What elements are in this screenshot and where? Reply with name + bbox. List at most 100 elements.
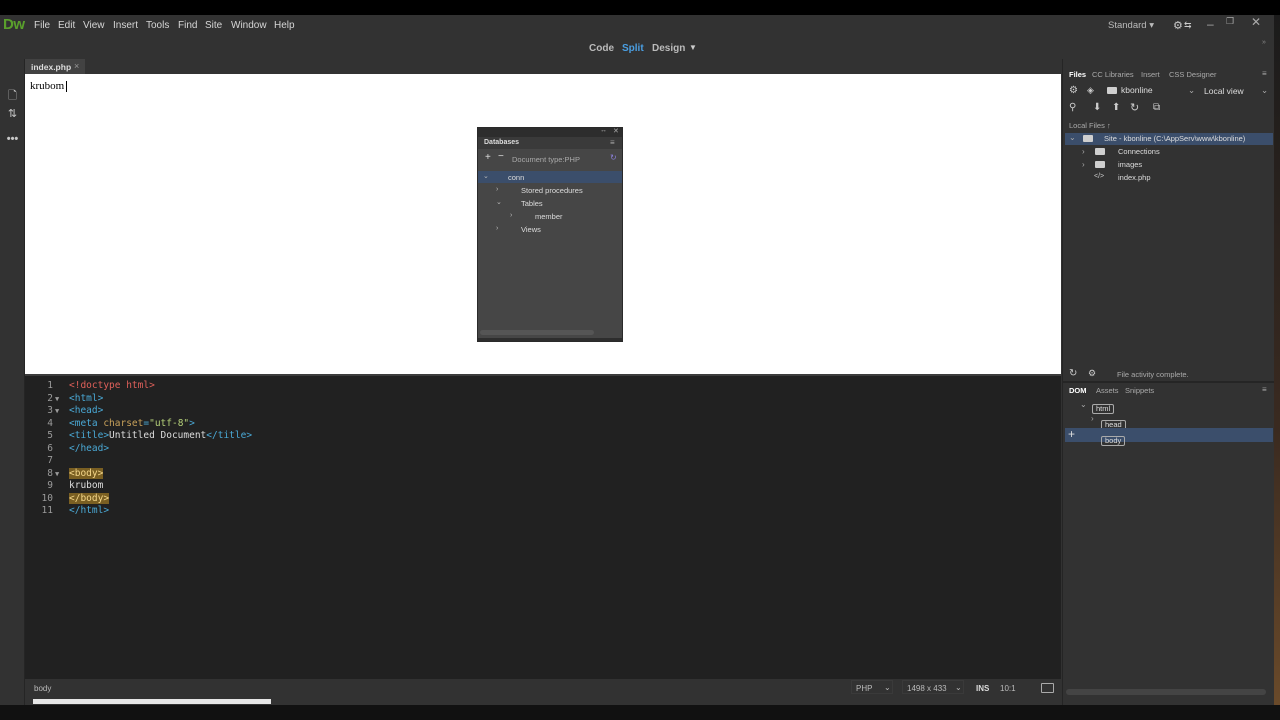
- menu-file[interactable]: File: [34, 20, 50, 31]
- panel-titlebar[interactable]: ↔ ✕: [478, 127, 622, 137]
- expand-panel-icon[interactable]: ⧉: [1153, 102, 1160, 113]
- menu-tools[interactable]: Tools: [146, 20, 169, 31]
- language-select[interactable]: PHP ⌄: [851, 680, 893, 694]
- refresh-icon[interactable]: ↻: [610, 153, 617, 162]
- chevron-right-icon[interactable]: ›: [1082, 147, 1085, 156]
- chevron-right-icon[interactable]: ›: [1082, 160, 1085, 169]
- restore-icon[interactable]: ❐: [1226, 16, 1234, 27]
- sync-settings-icon[interactable]: ⇆: [1184, 20, 1192, 31]
- file-tree-row-site[interactable]: ⌄ Site - kbonline (C:\AppServ\www\kbonli…: [1065, 133, 1273, 145]
- sort-icon[interactable]: ⇅: [5, 107, 20, 120]
- code-line[interactable]: </body>: [69, 493, 110, 504]
- tab-cc-libraries[interactable]: CC Libraries: [1092, 70, 1134, 79]
- file-tree-row-connections[interactable]: › Connections: [1065, 146, 1273, 158]
- code-token: </title>: [206, 430, 253, 441]
- collapse-panels-icon[interactable]: »: [1262, 39, 1266, 46]
- code-line[interactable]: <!doctype html>: [69, 380, 155, 391]
- chevron-down-icon[interactable]: ⌄: [1069, 133, 1076, 142]
- add-icon[interactable]: +: [485, 152, 491, 163]
- menu-site[interactable]: Site: [205, 20, 222, 31]
- chevron-right-icon[interactable]: ›: [496, 186, 498, 193]
- gear-icon[interactable]: ⚙: [1173, 19, 1183, 32]
- dom-node-label: body: [1101, 436, 1126, 446]
- chevron-right-icon[interactable]: ›: [496, 225, 498, 232]
- code-line[interactable]: <title>Untitled Document</title>: [69, 430, 252, 441]
- refresh-icon[interactable]: ↻: [1130, 101, 1139, 114]
- horizontal-scrollbar[interactable]: [1066, 689, 1266, 695]
- dom-node-body[interactable]: body: [1101, 430, 1126, 448]
- tag-selector[interactable]: body: [34, 684, 51, 693]
- db-row-tables[interactable]: ⌄ Tables: [478, 197, 622, 209]
- tab-index-php[interactable]: index.php ×: [25, 59, 85, 74]
- panel-menu-icon[interactable]: ≡: [1262, 69, 1267, 78]
- chevron-right-icon[interactable]: ›: [1091, 414, 1094, 423]
- site-icon[interactable]: ◈: [1087, 85, 1094, 96]
- connect-icon[interactable]: ⚲: [1069, 102, 1076, 113]
- db-row-stored-procedures[interactable]: › Stored procedures: [478, 184, 622, 196]
- code-view-button[interactable]: Code: [589, 43, 614, 54]
- code-line[interactable]: krubom: [69, 480, 103, 491]
- chevron-down-icon[interactable]: ⌄: [483, 172, 489, 180]
- horizontal-scrollbar[interactable]: [480, 330, 594, 335]
- db-row-views[interactable]: › Views: [478, 223, 622, 235]
- chevron-down-icon[interactable]: ⌄: [1080, 400, 1087, 409]
- put-files-icon[interactable]: ⬆: [1112, 102, 1120, 113]
- chevron-down-icon[interactable]: ▼: [689, 43, 697, 52]
- close-icon[interactable]: ✕: [613, 127, 619, 135]
- split-view-button[interactable]: Split: [622, 43, 644, 54]
- menu-edit[interactable]: Edit: [58, 20, 75, 31]
- fold-toggle-icon[interactable]: ▼: [55, 470, 59, 478]
- code-line[interactable]: <meta charset="utf-8">: [69, 418, 195, 429]
- panel-menu-icon[interactable]: ≡: [1262, 385, 1267, 394]
- menu-view[interactable]: View: [83, 20, 105, 31]
- refresh-icon[interactable]: ↻: [1069, 368, 1077, 379]
- remote-settings-icon[interactable]: ⚙: [1088, 368, 1096, 379]
- get-files-icon[interactable]: ⬇: [1093, 102, 1101, 113]
- db-row-conn[interactable]: ⌄ conn: [478, 171, 622, 183]
- menu-window[interactable]: Window: [231, 20, 267, 31]
- filter-icon[interactable]: ⚙: [1069, 85, 1078, 96]
- site-select[interactable]: kbonline ⌄: [1107, 85, 1197, 98]
- close-window-icon[interactable]: ✕: [1251, 15, 1261, 29]
- fold-toggle-icon[interactable]: ▼: [55, 407, 59, 415]
- expand-icon[interactable]: ↔: [600, 127, 607, 134]
- remove-icon[interactable]: −: [498, 151, 504, 162]
- panel-menu-icon[interactable]: ≡: [610, 138, 615, 147]
- file-tree-row-images[interactable]: › images: [1065, 159, 1273, 171]
- code-line[interactable]: <body>: [69, 468, 104, 479]
- tab-assets[interactable]: Assets: [1096, 386, 1119, 395]
- tab-files[interactable]: Files: [1069, 70, 1086, 79]
- view-select[interactable]: Local view ⌄: [1204, 85, 1270, 99]
- tab-databases[interactable]: Databases: [484, 139, 519, 146]
- code-line[interactable]: <head>: [69, 405, 103, 416]
- code-view[interactable]: 1 2 3 4 5 6 7 8 9 10 11 ▼ ▼ ▼ <!doctype …: [25, 376, 1061, 679]
- chevron-down-icon[interactable]: ⌄: [496, 198, 502, 206]
- local-files-header[interactable]: Local Files ↑: [1069, 121, 1111, 130]
- code-line[interactable]: <html>: [69, 393, 103, 404]
- menu-insert[interactable]: Insert: [113, 20, 138, 31]
- design-content-text[interactable]: krubom: [30, 80, 68, 92]
- more-icon[interactable]: •••: [5, 133, 20, 145]
- code-line[interactable]: </html>: [69, 505, 109, 516]
- fold-toggle-icon[interactable]: ▼: [55, 395, 59, 403]
- live-view-icon[interactable]: [1041, 683, 1054, 693]
- tab-snippets[interactable]: Snippets: [1125, 386, 1154, 395]
- menu-help[interactable]: Help: [274, 20, 295, 31]
- window-size-select[interactable]: 1498 x 433 ⌄: [902, 680, 964, 694]
- tab-insert[interactable]: Insert: [1141, 70, 1160, 79]
- tab-css-designer[interactable]: CSS Designer: [1169, 70, 1217, 79]
- code-line[interactable]: </head>: [69, 443, 109, 454]
- insert-mode[interactable]: INS: [976, 684, 989, 693]
- file-icon[interactable]: 🗋: [5, 87, 20, 102]
- menu-find[interactable]: Find: [178, 20, 197, 31]
- minimize-icon[interactable]: –: [1207, 17, 1214, 31]
- db-row-member[interactable]: › member: [478, 210, 622, 222]
- close-icon[interactable]: ×: [74, 61, 79, 71]
- tab-dom[interactable]: DOM: [1069, 386, 1087, 395]
- dom-row-body[interactable]: + body: [1065, 427, 1273, 446]
- add-element-icon[interactable]: +: [1068, 427, 1075, 441]
- design-view-button[interactable]: Design: [652, 43, 685, 54]
- chevron-right-icon[interactable]: ›: [510, 212, 512, 219]
- workspace-switcher[interactable]: Standard ▾: [1108, 20, 1154, 31]
- file-tree-row-index-php[interactable]: </> index.php: [1065, 172, 1273, 184]
